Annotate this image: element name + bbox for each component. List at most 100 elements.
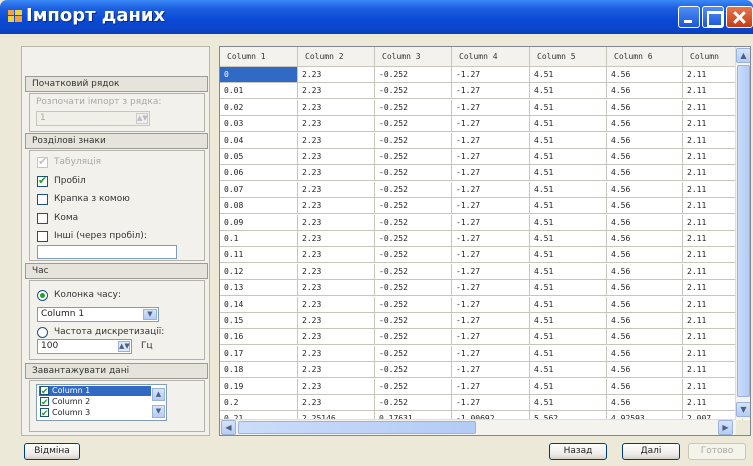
table-cell[interactable]: 4.51 <box>530 231 607 247</box>
table-cell[interactable]: 2.23 <box>298 329 375 346</box>
table-cell[interactable]: 2.23 <box>298 198 375 215</box>
table-cell[interactable]: 4.51 <box>530 132 607 149</box>
table-cell[interactable]: 2.23 <box>298 83 375 100</box>
table-cell[interactable]: 4.56 <box>607 149 683 165</box>
vertical-scrollbar[interactable]: ▲ ▼ <box>735 47 750 419</box>
table-cell[interactable]: 0.18 <box>220 362 298 379</box>
table-cell[interactable]: 4.51 <box>530 214 607 231</box>
table-cell[interactable]: 4.56 <box>607 116 683 133</box>
table-cell[interactable]: 4.51 <box>530 329 607 346</box>
table-cell[interactable]: 4.56 <box>607 198 683 215</box>
load-data-list[interactable]: ✔ Column 1 ✔ Column 2 ✔ Column 3 ▲ ▼ <box>36 384 167 421</box>
table-cell[interactable]: 4.51 <box>530 247 607 264</box>
comma-checkbox[interactable] <box>37 213 48 224</box>
table-cell[interactable]: 2.11 <box>683 345 743 362</box>
table-cell[interactable]: 4.51 <box>530 181 607 198</box>
sampling-rate-spin-icon[interactable]: ▲▼ <box>118 341 130 352</box>
table-cell[interactable]: 2.11 <box>683 280 743 297</box>
table-cell[interactable]: 4.51 <box>530 296 607 313</box>
table-cell[interactable]: 2.11 <box>683 263 743 280</box>
tab-checkbox[interactable]: ✔ <box>37 155 48 168</box>
table-cell[interactable]: 2.23 <box>298 181 375 198</box>
table-cell[interactable]: 0.13 <box>220 280 298 297</box>
table-cell[interactable]: 0.1 <box>220 231 298 247</box>
scroll-up-icon[interactable]: ▲ <box>736 48 750 63</box>
column-header[interactable]: Column 4 <box>452 47 530 67</box>
table-cell[interactable]: 0.05 <box>220 149 298 165</box>
table-cell[interactable]: -0.252 <box>375 263 452 280</box>
list-item[interactable]: ✔ Column 2 <box>39 397 151 408</box>
title-bar[interactable]: Імпорт даних <box>0 0 753 34</box>
column-header[interactable]: Column 3 <box>375 47 452 67</box>
table-cell[interactable]: -1.27 <box>452 181 530 198</box>
table-cell[interactable]: 2.23 <box>298 345 375 362</box>
list-item-checkbox[interactable]: ✔ <box>40 386 49 397</box>
column-header[interactable]: Column 6 <box>607 47 683 67</box>
scroll-down-icon[interactable]: ▼ <box>152 405 165 418</box>
table-cell[interactable]: 0.04 <box>220 132 298 149</box>
table-cell[interactable]: -0.252 <box>375 116 452 133</box>
table-cell[interactable]: -0.252 <box>375 132 452 149</box>
other-delimiters-input[interactable] <box>37 245 177 259</box>
table-cell[interactable]: 0.19 <box>220 378 298 395</box>
table-cell[interactable]: 4.56 <box>607 395 683 411</box>
next-button[interactable]: Далі <box>622 443 680 460</box>
table-cell[interactable]: 2.11 <box>683 149 743 165</box>
table-cell[interactable]: 4.51 <box>530 280 607 297</box>
table-cell[interactable]: 2.23 <box>298 247 375 264</box>
semicolon-checkbox[interactable] <box>37 194 48 205</box>
table-cell[interactable]: -0.252 <box>375 165 452 182</box>
table-cell[interactable]: 2.11 <box>683 132 743 149</box>
table-cell[interactable]: 2.11 <box>683 231 743 247</box>
table-cell[interactable]: 4.56 <box>607 83 683 100</box>
table-cell[interactable]: -1.27 <box>452 313 530 329</box>
close-icon[interactable] <box>726 6 753 28</box>
back-button[interactable]: Назад <box>549 443 607 460</box>
table-cell[interactable]: -1.27 <box>452 362 530 379</box>
table-cell[interactable]: 0.02 <box>220 99 298 116</box>
column-header[interactable]: Column 1 <box>220 47 298 67</box>
table-cell[interactable]: -1.27 <box>452 263 530 280</box>
start-row-input[interactable]: 1 ▲▼ <box>36 111 150 126</box>
table-cell[interactable]: -0.252 <box>375 395 452 411</box>
table-cell[interactable]: 0.12 <box>220 263 298 280</box>
table-cell[interactable]: -1.27 <box>452 149 530 165</box>
sampling-rate-input[interactable]: 100 ▲▼ <box>37 339 132 354</box>
table-cell[interactable]: -0.252 <box>375 313 452 329</box>
table-cell[interactable]: 4.56 <box>607 280 683 297</box>
table-cell[interactable]: -0.252 <box>375 345 452 362</box>
other-checkbox[interactable] <box>37 231 48 242</box>
table-cell[interactable]: -0.252 <box>375 362 452 379</box>
table-cell[interactable]: 2.11 <box>683 214 743 231</box>
table-cell[interactable]: 4.56 <box>607 329 683 346</box>
table-cell[interactable]: -1.27 <box>452 99 530 116</box>
list-item-checkbox[interactable]: ✔ <box>40 397 49 408</box>
table-cell[interactable]: 2.23 <box>298 165 375 182</box>
table-cell[interactable]: 2.23 <box>298 378 375 395</box>
table-cell[interactable]: -0.252 <box>375 198 452 215</box>
table-cell[interactable]: 4.56 <box>607 362 683 379</box>
vertical-scroll-thumb[interactable] <box>737 65 750 397</box>
table-cell[interactable]: 0.06 <box>220 165 298 182</box>
table-cell[interactable]: 4.51 <box>530 263 607 280</box>
table-cell[interactable]: 0.16 <box>220 329 298 346</box>
table-cell[interactable]: 0.03 <box>220 116 298 133</box>
table-cell[interactable]: -1.27 <box>452 329 530 346</box>
table-cell[interactable]: 2.11 <box>683 378 743 395</box>
table-cell[interactable]: 2.11 <box>683 362 743 379</box>
table-cell[interactable]: 4.56 <box>607 247 683 264</box>
table-cell[interactable]: 2.11 <box>683 83 743 100</box>
table-cell[interactable]: 4.51 <box>530 67 607 83</box>
table-cell[interactable]: 4.51 <box>530 83 607 100</box>
table-cell[interactable]: 2.11 <box>683 395 743 411</box>
table-cell[interactable]: 0.09 <box>220 214 298 231</box>
table-cell[interactable]: -1.27 <box>452 165 530 182</box>
table-cell[interactable]: -1.27 <box>452 83 530 100</box>
table-cell[interactable]: -1.27 <box>452 231 530 247</box>
table-cell[interactable]: 2.23 <box>298 149 375 165</box>
table-cell[interactable]: 0.11 <box>220 247 298 264</box>
table-cell[interactable]: -0.252 <box>375 181 452 198</box>
table-cell[interactable]: -1.27 <box>452 132 530 149</box>
table-cell[interactable]: 4.51 <box>530 313 607 329</box>
table-cell[interactable]: 4.56 <box>607 181 683 198</box>
